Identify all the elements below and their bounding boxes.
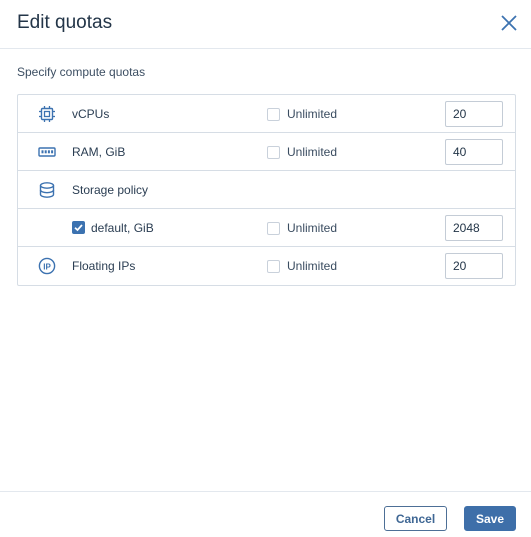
floating-ip-icon: IP xyxy=(38,257,56,275)
quota-label: Floating IPs xyxy=(72,259,136,273)
ram-quota-input[interactable] xyxy=(445,139,503,165)
dialog-footer: Cancel Save xyxy=(0,491,531,537)
checkbox-box[interactable] xyxy=(267,221,280,235)
quota-row-floating-ips: IP Floating IPs Unlimited xyxy=(18,247,515,285)
save-button[interactable]: Save xyxy=(464,506,516,531)
vcpus-quota-input[interactable] xyxy=(445,101,503,127)
floating-ips-quota-input[interactable] xyxy=(445,253,503,279)
unlimited-checkbox[interactable]: Unlimited xyxy=(267,259,337,273)
quota-label: vCPUs xyxy=(72,107,110,121)
database-icon xyxy=(38,181,56,199)
checkbox-checked-icon[interactable] xyxy=(72,221,85,234)
quota-table: vCPUs Unlimited RAM, GiB Unlimited xyxy=(17,94,516,286)
unlimited-label: Unlimited xyxy=(287,145,338,159)
checkbox-box[interactable] xyxy=(267,107,280,121)
cpu-chip-icon xyxy=(38,105,56,123)
quota-label: default, GiB xyxy=(91,221,154,235)
default-storage-quota-input[interactable] xyxy=(445,215,503,241)
dialog-subtitle: Specify compute quotas xyxy=(17,65,146,79)
quota-row-storage-policy: Storage policy xyxy=(18,171,515,209)
svg-text:IP: IP xyxy=(43,262,51,271)
unlimited-label: Unlimited xyxy=(287,107,338,121)
dialog-header: Edit quotas xyxy=(0,0,531,49)
unlimited-checkbox[interactable]: Unlimited xyxy=(267,221,337,235)
checkbox-box[interactable] xyxy=(267,259,280,273)
quota-row-default-storage: default, GiB Unlimited xyxy=(18,209,515,247)
cancel-button[interactable]: Cancel xyxy=(384,506,447,531)
dialog-title: Edit quotas xyxy=(17,12,113,33)
memory-module-icon xyxy=(38,143,56,161)
unlimited-checkbox[interactable]: Unlimited xyxy=(267,107,337,121)
quota-label: Storage policy xyxy=(72,183,149,197)
unlimited-checkbox[interactable]: Unlimited xyxy=(267,145,337,159)
quota-label: RAM, GiB xyxy=(72,145,126,159)
quota-row-vcpus: vCPUs Unlimited xyxy=(18,95,515,133)
close-icon[interactable] xyxy=(499,13,519,33)
unlimited-label: Unlimited xyxy=(287,221,338,235)
checkbox-box[interactable] xyxy=(267,145,280,159)
quota-row-ram: RAM, GiB Unlimited xyxy=(18,133,515,171)
unlimited-label: Unlimited xyxy=(287,259,338,273)
